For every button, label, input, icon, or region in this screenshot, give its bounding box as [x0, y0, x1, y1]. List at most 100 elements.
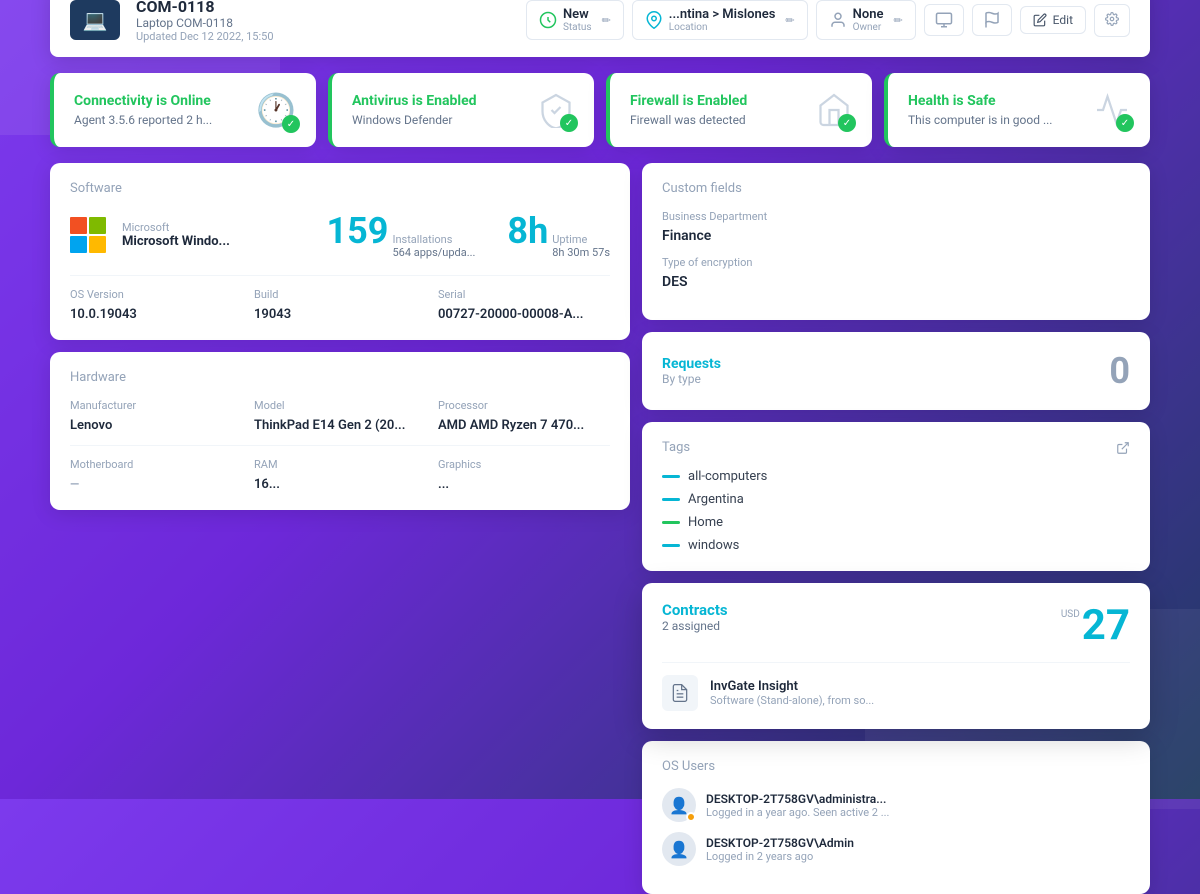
hardware-title: Hardware — [70, 370, 610, 385]
installations-label: Installations — [392, 233, 475, 246]
graphics-label: Graphics — [438, 458, 610, 471]
user-sub-1: Logged in a year ago. Seen active 2 ... — [706, 806, 889, 819]
tag-label-2: Argentina — [688, 492, 744, 507]
owner-value: None — [853, 7, 884, 22]
device-info: COM-0118 Laptop COM-0118 Updated Dec 12 … — [136, 0, 274, 43]
user-info-1: DESKTOP-2T758GV\administra... Logged in … — [706, 792, 889, 819]
os-users-title: OS Users — [662, 759, 1130, 774]
contracts-header: Contracts 2 assigned USD 27 — [662, 601, 1130, 650]
status-edit-icon: ✏ — [602, 14, 611, 27]
contracts-amount-group: USD 27 — [1061, 601, 1130, 650]
user-avatar-2: 👤 — [662, 832, 696, 866]
business-dept-item: Business Department Finance — [662, 210, 1130, 244]
device-updated: Updated Dec 12 2022, 15:50 — [136, 30, 274, 43]
display-meta[interactable] — [924, 4, 964, 36]
tags-card: Tags all-computers Argentina — [642, 422, 1150, 571]
antivirus-card: Antivirus is Enabled Windows Defender ✓ — [328, 73, 594, 147]
tag-home: Home — [662, 515, 1130, 530]
requests-title: Requests — [662, 356, 721, 372]
edit-button[interactable]: Edit — [1020, 6, 1086, 34]
motherboard-value: — — [70, 477, 79, 491]
processor-value: AMD AMD Ryzen 7 470... — [438, 418, 584, 433]
firewall-icon: ✓ — [816, 92, 852, 128]
status-value: New — [563, 7, 592, 22]
contract-item: InvGate Insight Software (Stand-alone), … — [662, 662, 1130, 711]
firewall-content: Firewall is Enabled Firewall was detecte… — [630, 93, 747, 127]
device-header: 💻 COM-0118 Laptop COM-0118 Updated Dec 1… — [50, 0, 1150, 57]
product-label: Microsoft Windo... — [122, 234, 230, 249]
build-label: Build — [254, 288, 426, 301]
currency-label: USD — [1061, 609, 1080, 620]
left-column: Software Microsoft Microsoft Windo... 15… — [50, 163, 630, 894]
requests-info: Requests By type — [662, 356, 721, 386]
owner-meta[interactable]: None Owner ✏ — [816, 0, 916, 40]
ram-value: 16... — [254, 477, 280, 492]
os-users-card: OS Users 👤 DESKTOP-2T758GV\administra...… — [642, 741, 1150, 894]
os-version-label: OS Version — [70, 288, 242, 301]
user-sub-2: Logged in 2 years ago — [706, 850, 854, 863]
tag-dash-3 — [662, 521, 680, 524]
user-avatar-1: 👤 — [662, 788, 696, 822]
build-value: 19043 — [254, 307, 291, 322]
installations-stat: 159 Installations 564 apps/upda... — [326, 210, 475, 259]
software-name: Microsoft Microsoft Windo... — [122, 221, 230, 249]
encryption-label: Type of encryption — [662, 256, 1130, 269]
graphics-value: ... — [438, 477, 449, 492]
connectivity-desc: Agent 3.5.6 reported 2 h... — [74, 113, 212, 127]
tag-label-1: all-computers — [688, 469, 767, 484]
motherboard-label: Motherboard — [70, 458, 242, 471]
serial-value: 00727-20000-00008-A... — [438, 307, 583, 322]
settings-button[interactable] — [1094, 4, 1130, 37]
device-meta: New Status ✏ ...ntina > Mislones Locatio… — [526, 0, 1130, 40]
content-area: Software Microsoft Microsoft Windo... 15… — [50, 163, 1150, 894]
serial-item: Serial 00727-20000-00008-A... — [438, 288, 610, 322]
contracts-info: Contracts 2 assigned — [662, 601, 728, 633]
custom-fields-card: Custom fields Business Department Financ… — [642, 163, 1150, 320]
owner-edit-icon: ✏ — [893, 14, 902, 27]
installations-sub: 564 apps/upda... — [392, 246, 475, 259]
location-edit-icon: ✏ — [785, 14, 794, 27]
manufacturer-item: Manufacturer Lenovo — [70, 399, 242, 433]
os-info: OS Version 10.0.19043 Build 19043 Serial… — [70, 275, 610, 322]
connectivity-card: Connectivity is Online Agent 3.5.6 repor… — [50, 73, 316, 147]
manufacturer-label: Manufacturer — [70, 399, 242, 412]
requests-row: Requests By type 0 — [662, 350, 1130, 392]
model-value: ThinkPad E14 Gen 2 (20... — [254, 418, 405, 433]
tag-dash-2 — [662, 498, 680, 501]
requests-card: Requests By type 0 — [642, 332, 1150, 410]
tags-edit-button[interactable] — [1116, 440, 1130, 459]
connectivity-icon: 🕐 ✓ — [256, 91, 296, 129]
device-name: Laptop COM-0118 — [136, 16, 274, 30]
contract-details: InvGate Insight Software (Stand-alone), … — [710, 679, 874, 707]
model-label: Model — [254, 399, 426, 412]
tag-label-4: windows — [688, 538, 739, 553]
uptime-stat: 8h Uptime 8h 30m 57s — [507, 210, 610, 259]
build-item: Build 19043 — [254, 288, 426, 322]
uptime-hours: 8h — [507, 210, 548, 252]
user-online-dot-1 — [686, 812, 696, 822]
flag-meta[interactable] — [972, 4, 1012, 36]
encryption-value: DES — [662, 274, 688, 290]
location-meta[interactable]: ...ntina > Mislones Location ✏ — [632, 0, 808, 40]
antivirus-icon: ✓ — [538, 92, 574, 128]
software-title: Software — [70, 181, 610, 196]
manufacturer-value: Lenovo — [70, 418, 112, 433]
firewall-desc: Firewall was detected — [630, 113, 747, 127]
status-meta[interactable]: New Status ✏ — [526, 0, 624, 40]
contract-sub: Software (Stand-alone), from so... — [710, 694, 874, 707]
health-badge: ✓ — [1116, 114, 1134, 132]
contract-icon — [662, 675, 698, 711]
connectivity-content: Connectivity is Online Agent 3.5.6 repor… — [74, 93, 212, 127]
uptime-label: Uptime — [552, 233, 610, 246]
tag-dash-1 — [662, 475, 680, 478]
firewall-title: Firewall is Enabled — [630, 93, 747, 109]
hardware-row-2: Motherboard — RAM 16... Graphics ... — [70, 445, 610, 492]
ram-label: RAM — [254, 458, 426, 471]
contracts-subtitle: 2 assigned — [662, 619, 728, 633]
device-id: COM-0118 — [136, 0, 274, 16]
location-sublabel: Location — [669, 22, 776, 33]
microsoft-logo — [70, 217, 106, 253]
right-column: Custom fields Business Department Financ… — [642, 163, 1150, 894]
antivirus-title: Antivirus is Enabled — [352, 93, 477, 109]
software-card: Software Microsoft Microsoft Windo... 15… — [50, 163, 630, 340]
